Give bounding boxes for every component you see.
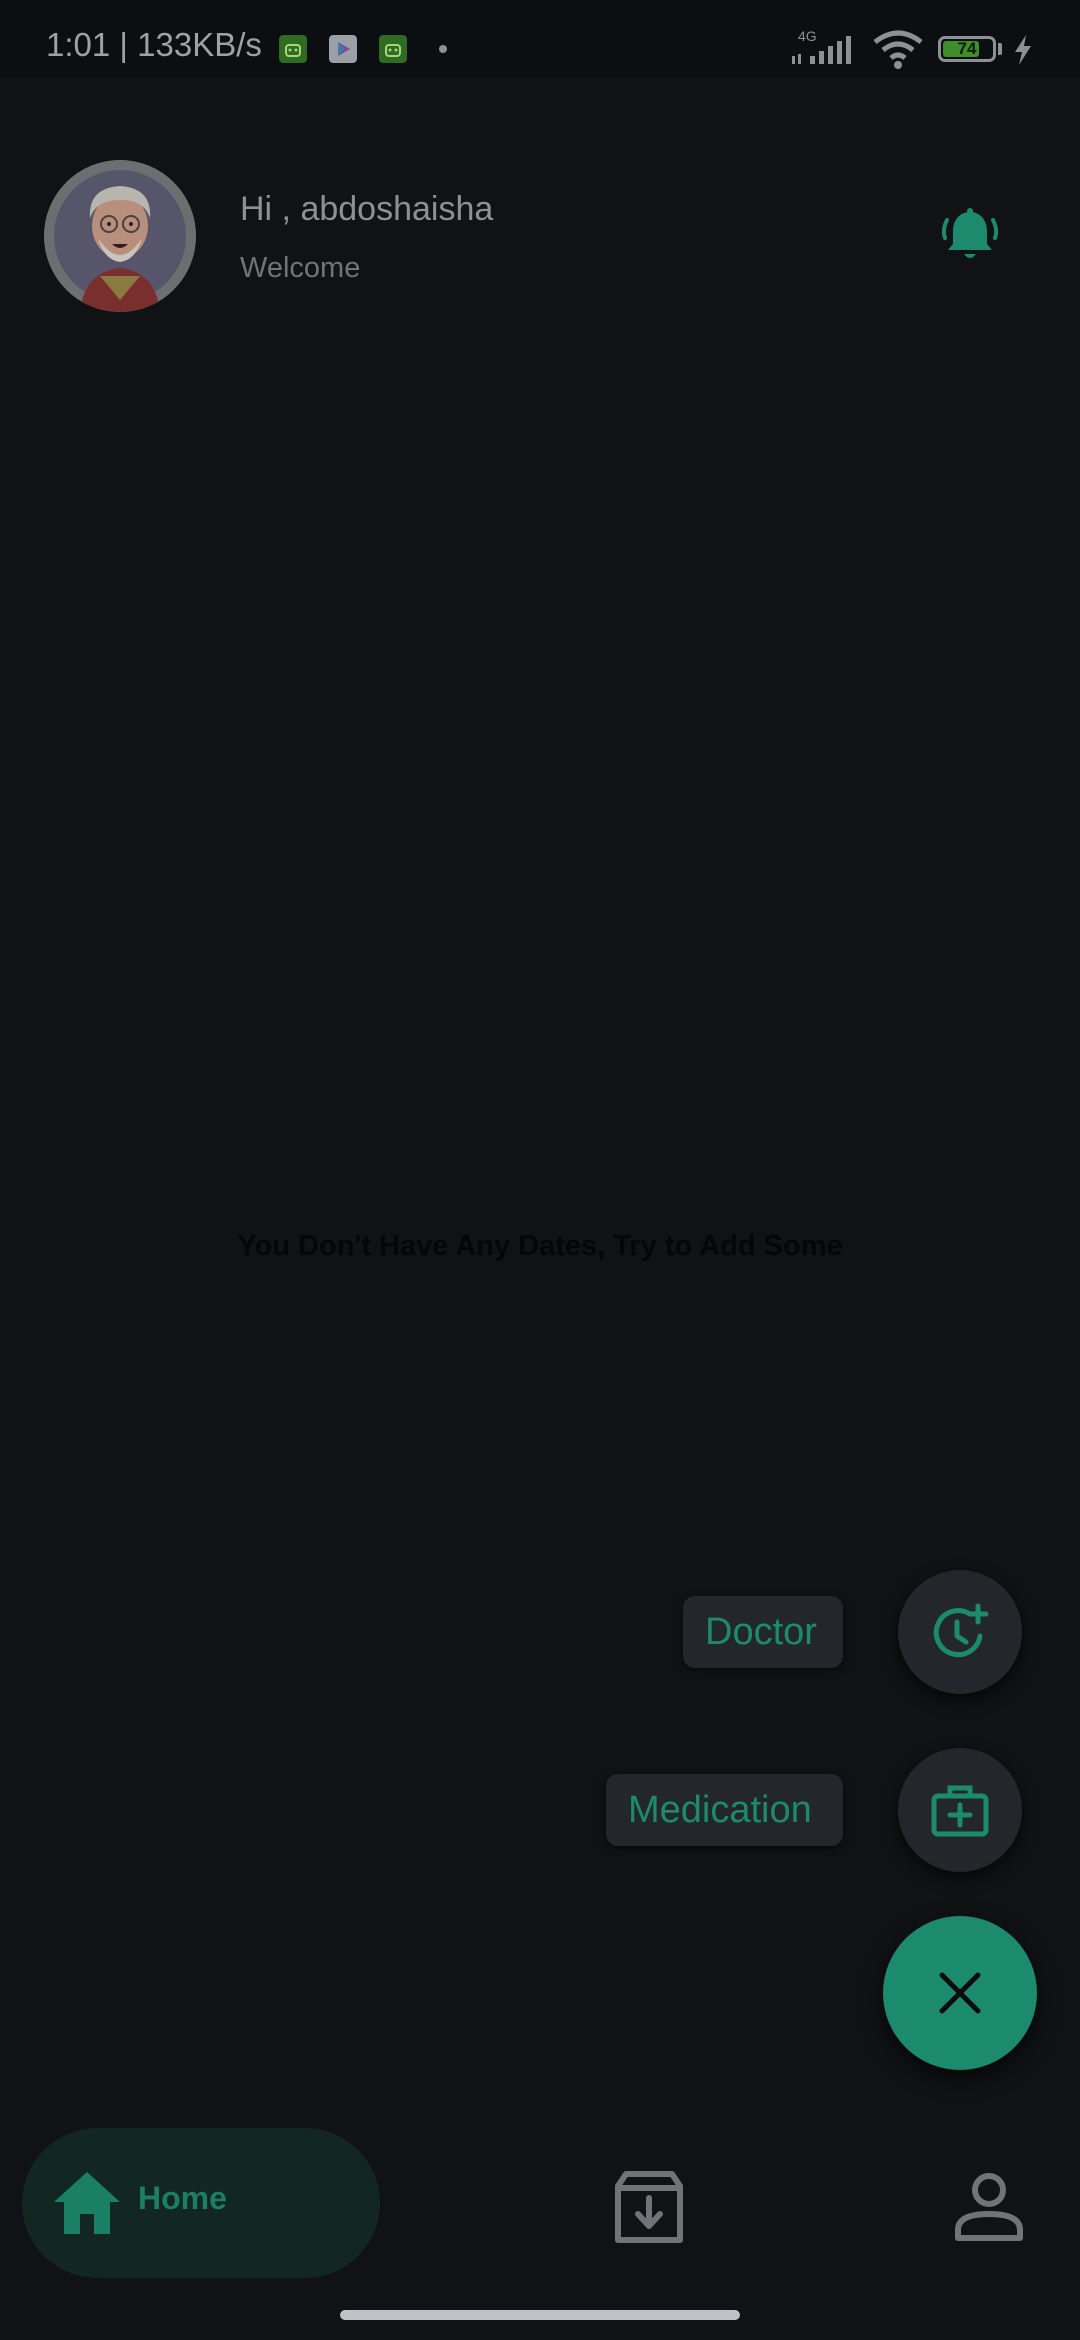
wifi-icon [873, 30, 923, 69]
clock-plus-icon [933, 1603, 989, 1658]
profile-icon[interactable] [952, 2168, 1026, 2242]
add-doctor-button[interactable] [898, 1570, 1022, 1694]
battery-tip [998, 43, 1002, 55]
doctor-label[interactable]: Doctor [683, 1596, 843, 1668]
avatar-illustration [44, 160, 196, 312]
close-speed-dial-button[interactable] [883, 1916, 1037, 2070]
home-icon [54, 2172, 120, 2234]
bell-ringing-icon[interactable] [938, 204, 1002, 268]
nav-home-label: Home [138, 2180, 227, 2216]
play-store-icon [329, 35, 357, 63]
medical-kit-icon [931, 1785, 989, 1837]
android-app-icon [279, 35, 307, 63]
medication-label[interactable]: Medication [606, 1774, 843, 1846]
add-medication-button[interactable] [898, 1748, 1022, 1872]
status-time-speed: 1:01 | 133KB/s [46, 26, 262, 63]
nav-item-home[interactable]: Home [22, 2128, 380, 2278]
signal-icon [792, 36, 851, 64]
medication-label-text: Medication [628, 1789, 812, 1831]
empty-state-message: You Don't Have Any Dates, Try to Add Som… [237, 1230, 843, 1262]
status-bar: 1:01 | 133KB/s 4G 74 [0, 0, 1080, 78]
avatar[interactable] [44, 160, 196, 312]
battery-level: 74 [957, 39, 977, 58]
app-screen: 1:01 | 133KB/s 4G 74 Hi , abdoshaisha We… [0, 0, 1080, 2340]
archive-icon[interactable] [610, 2168, 688, 2246]
greeting-text: Hi , abdoshaisha [240, 190, 494, 228]
battery-icon: 74 [938, 36, 996, 62]
charging-icon [1015, 35, 1031, 65]
welcome-text: Welcome [240, 252, 361, 284]
gesture-bar[interactable] [340, 2310, 740, 2320]
android-app-icon [379, 35, 407, 63]
close-icon [939, 1972, 981, 2014]
doctor-label-text: Doctor [705, 1611, 817, 1653]
notification-dot [439, 45, 447, 53]
